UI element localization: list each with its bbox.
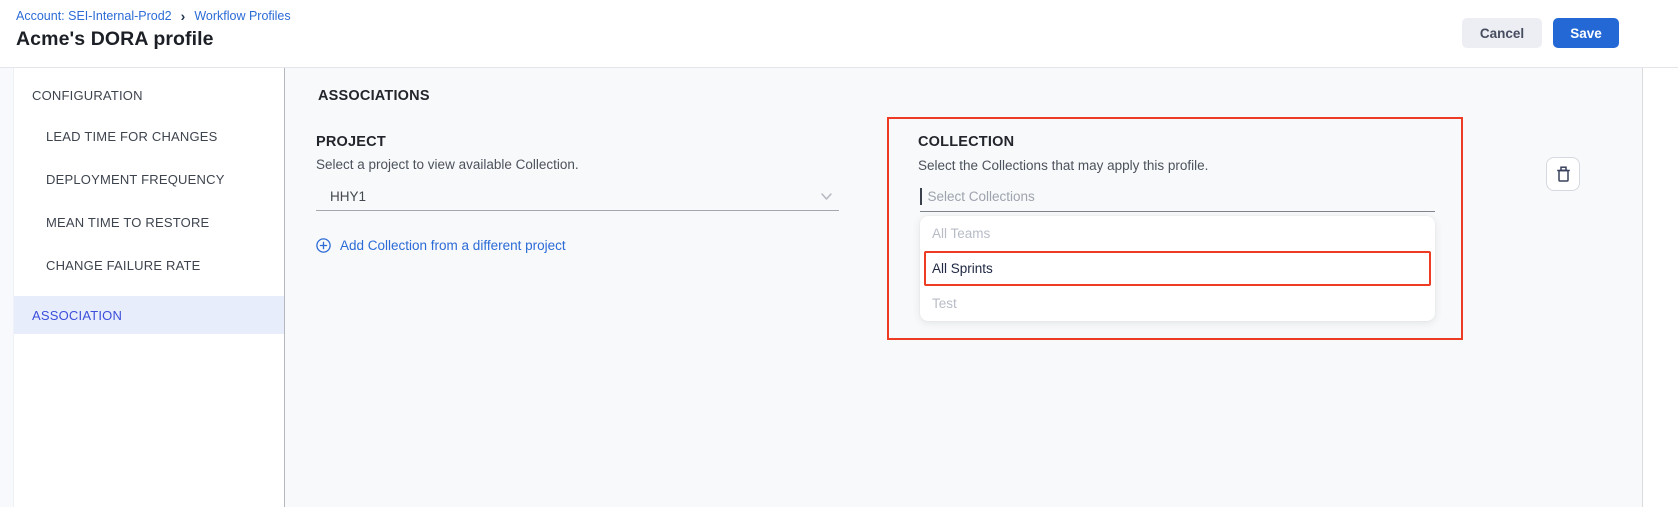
sidebar-item-association[interactable]: ASSOCIATION: [14, 296, 284, 334]
collections-input[interactable]: [922, 189, 1436, 204]
breadcrumb-workflow-profiles-link[interactable]: Workflow Profiles: [194, 9, 290, 23]
collection-option-all-teams[interactable]: All Teams: [920, 216, 1435, 251]
chevron-down-icon: [820, 190, 833, 203]
delete-button[interactable]: [1546, 157, 1580, 191]
sidebar-item-lead-time-for-changes[interactable]: LEAD TIME FOR CHANGES: [14, 129, 284, 144]
collection-option-all-sprints[interactable]: All Sprints: [924, 251, 1431, 286]
cancel-button[interactable]: Cancel: [1462, 18, 1542, 48]
collections-input-row: [920, 181, 1435, 212]
add-collection-link-label: Add Collection from a different project: [340, 238, 566, 253]
workflow-profile-page: Account: SEI-Internal-Prod2 › Workflow P…: [0, 0, 1678, 507]
sidebar-item-configuration[interactable]: CONFIGURATION: [14, 88, 284, 103]
project-select[interactable]: HHY1: [316, 182, 839, 211]
chevron-right-icon: ›: [181, 9, 186, 23]
collection-option-test[interactable]: Test: [920, 286, 1435, 321]
trash-icon: [1556, 166, 1571, 183]
project-title: PROJECT: [316, 134, 386, 150]
breadcrumb: Account: SEI-Internal-Prod2 › Workflow P…: [16, 9, 291, 23]
sidebar-item-mean-time-to-restore[interactable]: MEAN TIME TO RESTORE: [14, 215, 284, 230]
save-button[interactable]: Save: [1553, 18, 1619, 48]
page-header: Account: SEI-Internal-Prod2 › Workflow P…: [0, 0, 1678, 68]
add-collection-link[interactable]: Add Collection from a different project: [316, 238, 566, 253]
plus-circle-icon: [316, 238, 331, 253]
collection-description: Select the Collections that may apply th…: [918, 158, 1208, 173]
associations-panel: ASSOCIATIONS PROJECT Select a project to…: [285, 68, 1643, 507]
sidebar-item-change-failure-rate[interactable]: CHANGE FAILURE RATE: [14, 258, 284, 273]
sidebar-item-deployment-frequency[interactable]: DEPLOYMENT FREQUENCY: [14, 172, 284, 187]
collections-dropdown: All Teams All Sprints Test: [920, 216, 1435, 321]
left-gutter: [0, 68, 14, 507]
sidebar-nav: CONFIGURATION LEAD TIME FOR CHANGES DEPL…: [14, 68, 285, 507]
project-description: Select a project to view available Colle…: [316, 157, 579, 172]
collection-title: COLLECTION: [918, 134, 1014, 150]
page-title: Acme's DORA profile: [16, 28, 214, 51]
collection-annotation-box: COLLECTION Select the Collections that m…: [887, 117, 1463, 340]
project-select-value: HHY1: [316, 189, 366, 204]
breadcrumb-account-link[interactable]: Account: SEI-Internal-Prod2: [16, 9, 172, 23]
associations-section-title: ASSOCIATIONS: [318, 88, 430, 104]
